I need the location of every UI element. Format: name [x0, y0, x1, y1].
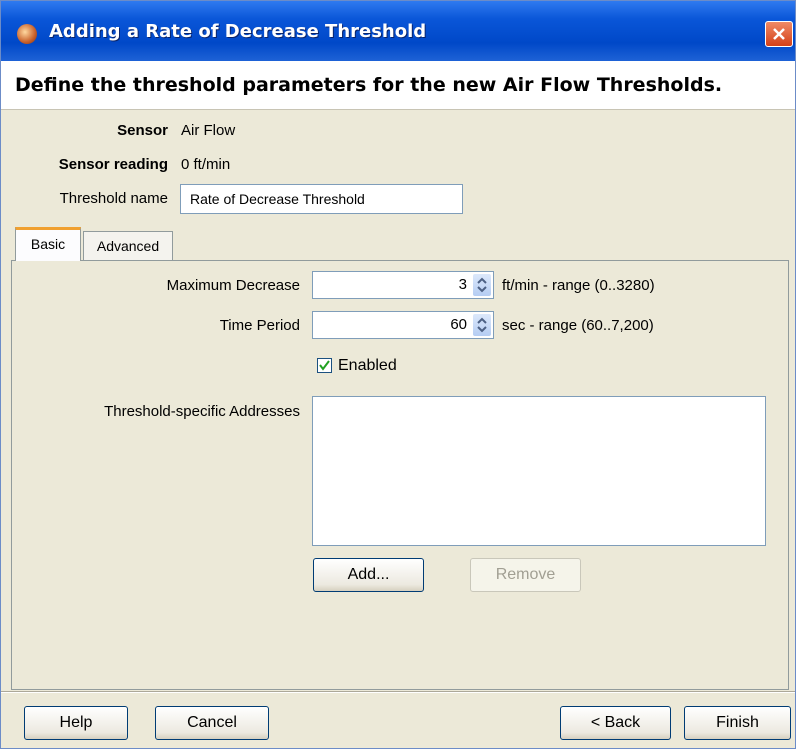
- sensor-reading-value: 0 ft/min: [181, 156, 231, 173]
- sensor-label: Sensor: [117, 122, 168, 139]
- window-title: Adding a Rate of Decrease Threshold: [49, 21, 427, 42]
- addresses-list[interactable]: [312, 396, 766, 546]
- enabled-checkbox[interactable]: [317, 358, 332, 373]
- time-period-unit: sec - range (60..7,200): [502, 317, 654, 334]
- max-decrease-value: 3: [458, 276, 467, 293]
- addresses-label: Threshold-specific Addresses: [104, 403, 300, 420]
- max-decrease-label: Maximum Decrease: [166, 277, 300, 294]
- spinner-arrows-icon[interactable]: [473, 314, 491, 336]
- back-button[interactable]: < Back: [560, 706, 671, 740]
- enabled-label[interactable]: Enabled: [338, 357, 397, 375]
- max-decrease-unit: ft/min - range (0..3280): [502, 277, 655, 294]
- threshold-name-field[interactable]: Rate of Decrease Threshold: [180, 184, 463, 214]
- spinner-arrows-icon[interactable]: [473, 274, 491, 296]
- time-period-value: 60: [450, 316, 467, 333]
- checkmark-icon: [319, 360, 330, 371]
- close-button[interactable]: [765, 21, 793, 47]
- sensor-reading-label: Sensor reading: [58, 156, 168, 173]
- add-address-button[interactable]: Add...: [313, 558, 424, 592]
- finish-button[interactable]: Finish: [684, 706, 791, 740]
- help-button[interactable]: Help: [24, 706, 128, 740]
- sensor-value: Air Flow: [181, 122, 236, 139]
- title-bar[interactable]: Adding a Rate of Decrease Threshold: [1, 1, 795, 61]
- dialog-window: Adding a Rate of Decrease Threshold Defi…: [0, 0, 796, 749]
- header-text: Define the threshold parameters for the …: [15, 74, 723, 96]
- time-period-spinner[interactable]: 60: [312, 311, 494, 339]
- cancel-button[interactable]: Cancel: [155, 706, 269, 740]
- basic-tab-panel: Maximum Decrease 3 ft/min - range (0..32…: [11, 260, 789, 690]
- tab-basic[interactable]: Basic: [15, 227, 81, 261]
- remove-address-button[interactable]: Remove: [470, 558, 581, 592]
- max-decrease-spinner[interactable]: 3: [312, 271, 494, 299]
- time-period-label: Time Period: [219, 317, 300, 334]
- footer-separator: [1, 691, 795, 693]
- tab-advanced[interactable]: Advanced: [83, 231, 173, 260]
- threshold-name-label: Threshold name: [59, 190, 168, 207]
- close-icon: [773, 28, 785, 40]
- app-icon: [17, 24, 37, 44]
- wizard-header: Define the threshold parameters for the …: [1, 61, 795, 110]
